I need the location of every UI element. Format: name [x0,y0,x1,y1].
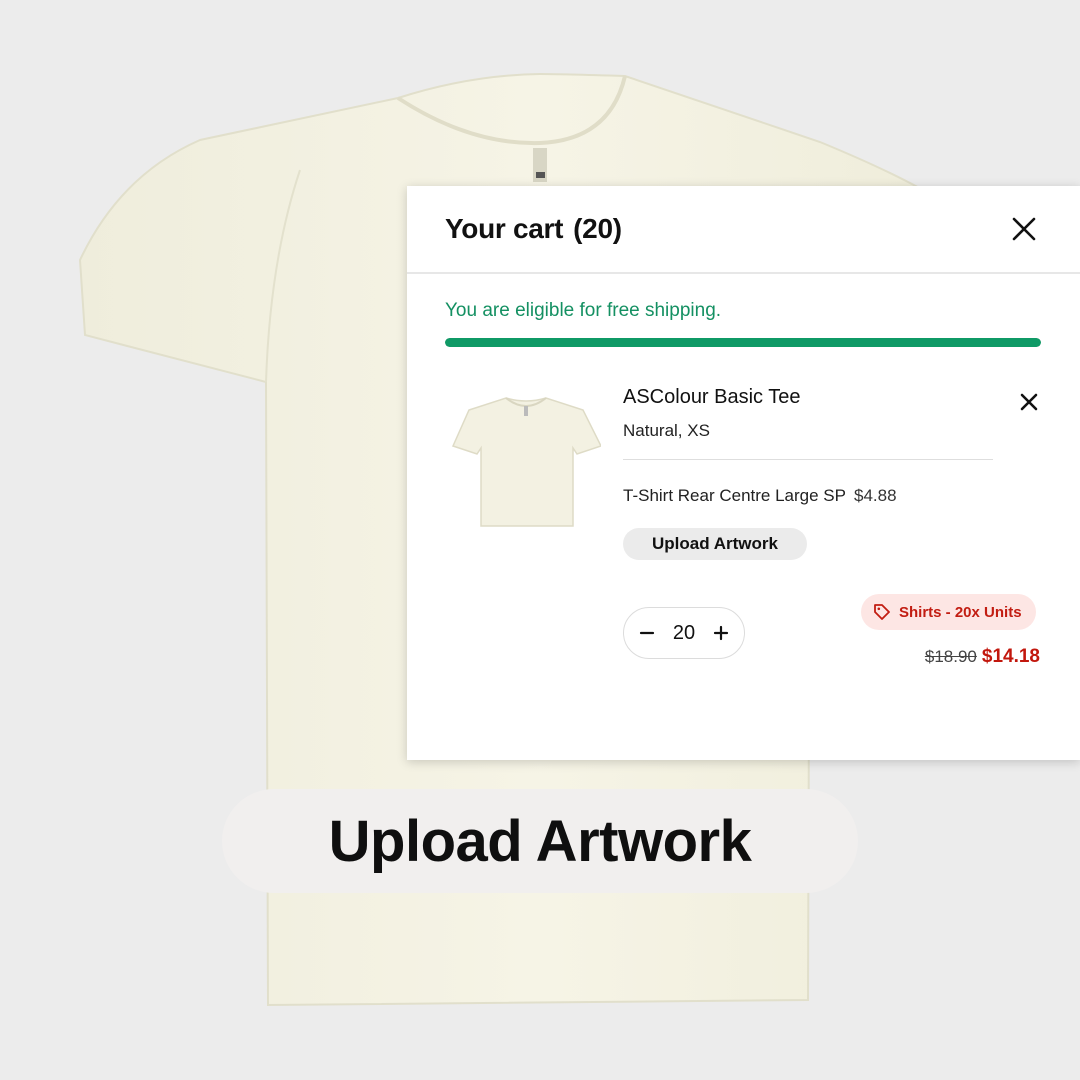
product-name[interactable]: ASColour Basic Tee [623,386,801,409]
close-icon[interactable] [1010,215,1038,243]
discount-badge: Shirts - 20x Units [861,594,1036,630]
item-price: $18.90 $14.18 [925,646,1040,668]
quantity-stepper: 20 [623,607,745,659]
cart-count: (20) [573,213,622,244]
quantity-value[interactable]: 20 [673,622,695,645]
addon-label: T-Shirt Rear Centre Large SP [623,486,846,505]
addon-line: T-Shirt Rear Centre Large SP $4.88 [623,486,897,506]
remove-item-icon[interactable] [1017,390,1041,414]
original-price: $18.90 [924,647,977,666]
product-thumbnail[interactable] [451,386,601,536]
discount-badge-label: Shirts - 20x Units [899,603,1022,621]
free-shipping-progress-bar [445,338,1041,347]
upload-artwork-cta[interactable]: Upload Artwork [222,789,858,893]
product-variant: Natural, XS [623,421,710,440]
upload-artwork-button[interactable]: Upload Artwork [623,528,807,560]
free-shipping-progress-fill [445,338,1041,347]
cart-title-text: Your cart [445,213,564,244]
cart-header: Your cart (20) [407,186,1080,274]
minus-icon[interactable] [638,624,656,642]
item-divider [623,459,993,460]
cart-panel: Your cart (20) You are eligible for free … [407,186,1080,760]
sale-price: $14.18 [981,646,1040,667]
addon-price: $4.88 [853,486,897,505]
plus-icon[interactable] [712,624,730,642]
tag-icon [874,604,890,620]
cart-title: Your cart (20) [445,213,622,245]
free-shipping-message: You are eligible for free shipping. [445,300,722,321]
